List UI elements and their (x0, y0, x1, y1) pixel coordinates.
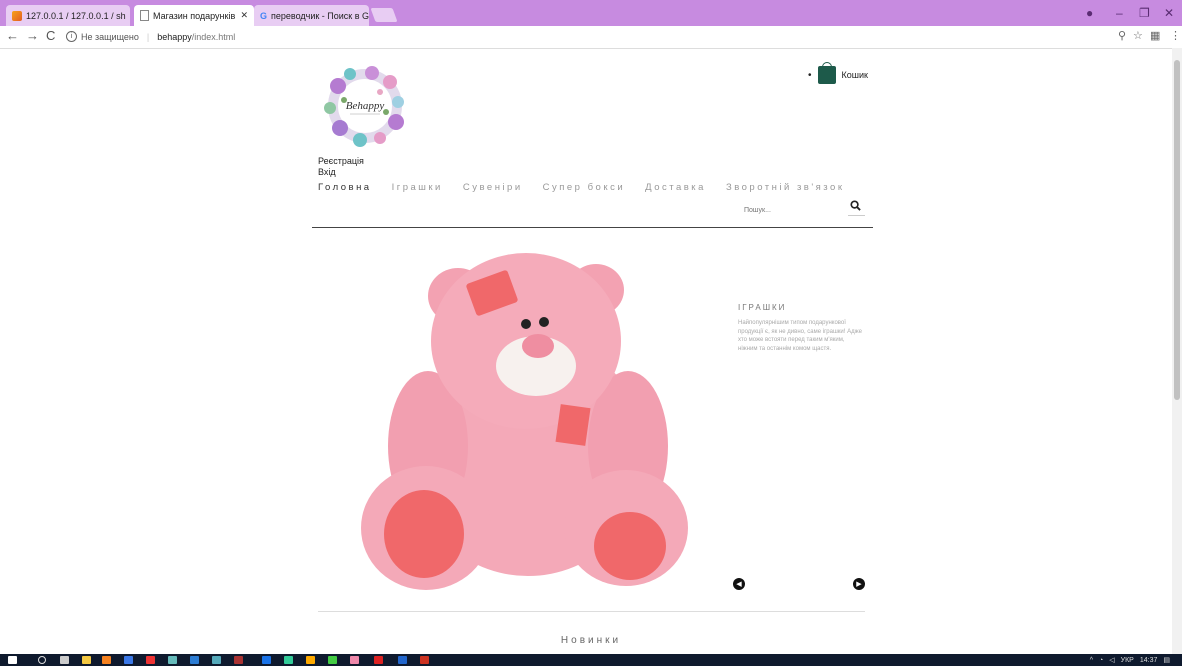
windows-start-icon[interactable] (8, 656, 17, 664)
clock[interactable]: 14:37 (1140, 657, 1158, 664)
file-explorer-icon[interactable] (82, 656, 91, 664)
slider-next-button[interactable]: ▶ (853, 578, 865, 590)
behappy-logo[interactable]: Behappy (320, 64, 410, 148)
slide-text: Найпопулярнішим типом подарункової проду… (738, 320, 862, 352)
profile-icon[interactable]: ● (1086, 6, 1093, 20)
scrollbar-thumb[interactable] (1174, 60, 1180, 400)
tab-google-search[interactable]: G переводчик - Поиск в G ✕ (254, 5, 369, 26)
app-icon[interactable] (306, 656, 315, 664)
task-view-icon[interactable] (60, 656, 69, 664)
security-label: Не защищено (81, 31, 139, 42)
shopping-bag-icon (817, 62, 836, 84)
menu-item-souvenirs[interactable]: Сувеніри (463, 182, 523, 193)
slider-prev-button[interactable]: ◀ (733, 578, 745, 590)
chrome-icon[interactable] (350, 656, 359, 664)
bookmark-star-icon[interactable]: ☆ (1133, 29, 1143, 42)
app-icon[interactable] (262, 656, 271, 664)
illustrator-icon[interactable] (234, 656, 243, 664)
info-icon[interactable]: i (66, 31, 77, 42)
app-icon[interactable] (284, 656, 293, 664)
section-divider (318, 611, 865, 612)
separator: | (146, 31, 150, 42)
app-icon[interactable] (328, 656, 337, 664)
network-icon[interactable]: ◔ (1099, 657, 1103, 664)
app-icon[interactable] (168, 656, 177, 664)
menu-item-super-boxes[interactable]: Супер бокси (543, 182, 626, 193)
search-form (740, 199, 865, 218)
search-icon[interactable] (850, 200, 861, 211)
save-app-icon[interactable] (124, 656, 133, 664)
url-domain: behappy (157, 31, 192, 42)
windows-taskbar (0, 654, 1182, 666)
menu-item-delivery[interactable]: Доставка (645, 182, 706, 193)
close-icon[interactable]: ✕ (240, 10, 248, 21)
back-arrow-icon[interactable]: ← (6, 28, 19, 43)
system-tray: ^ ◔ ◁ УКР 14:37 ▤ (1090, 654, 1170, 666)
search-input[interactable] (740, 203, 848, 218)
slide-title: ІГРАШКИ (738, 303, 787, 312)
page-icon (140, 10, 149, 21)
opera-icon[interactable] (146, 656, 155, 664)
bullet: • (808, 69, 812, 81)
vscode-icon[interactable] (190, 656, 199, 664)
google-icon: G (260, 10, 268, 21)
firefox-icon[interactable] (102, 656, 111, 664)
section-title-news: Новинки (560, 635, 622, 646)
close-window-button[interactable]: ✕ (1164, 6, 1174, 20)
menu-item-feedback[interactable]: Зворотній зв'язок (726, 182, 845, 193)
url-field[interactable]: i Не защищено | behappy /index.html (66, 29, 235, 44)
cart-link[interactable]: • Кошик (808, 62, 868, 84)
restore-button[interactable]: ❐ (1139, 6, 1150, 20)
app-icon[interactable] (398, 656, 407, 664)
tab-gift-shop[interactable]: Магазин подарунків ✕ (134, 5, 254, 26)
minimize-button[interactable]: – (1116, 6, 1123, 20)
search-icon[interactable] (38, 656, 46, 664)
app-icon[interactable] (212, 656, 221, 664)
register-link[interactable]: Реєстрація (318, 156, 364, 166)
volume-icon[interactable]: ◁ (1109, 656, 1114, 664)
reload-icon[interactable]: C (46, 28, 55, 43)
menu-item-toys[interactable]: Іграшки (392, 182, 443, 193)
tab-phpmyadmin[interactable]: 127.0.0.1 / 127.0.0.1 / sh ✕ (6, 5, 130, 26)
tab-label: переводчик - Поиск в G (271, 10, 369, 21)
forward-arrow-icon[interactable]: → (26, 28, 39, 43)
extension-icon[interactable]: ▦ (1150, 29, 1160, 42)
login-link[interactable]: Вхід (318, 167, 336, 177)
header-divider (312, 227, 873, 228)
app-icon[interactable] (374, 656, 383, 664)
zoom-icon[interactable]: ⚲ (1118, 29, 1126, 42)
app-icon[interactable] (420, 656, 429, 664)
chevron-up-icon[interactable]: ^ (1090, 657, 1093, 664)
cart-label: Кошик (841, 70, 868, 80)
menu-dots-icon[interactable]: ⋮ (1170, 29, 1181, 42)
url-path: /index.html (191, 31, 236, 42)
notifications-icon[interactable]: ▤ (1163, 656, 1170, 664)
phpmyadmin-icon (12, 10, 22, 21)
new-tab-button[interactable] (370, 8, 398, 22)
main-menu: Головна Іграшки Сувеніри Супер бокси Дос… (318, 182, 845, 193)
teddy-bear-image (361, 253, 688, 590)
tab-label: 127.0.0.1 / 127.0.0.1 / sh (26, 10, 126, 21)
menu-item-home[interactable]: Головна (318, 182, 372, 193)
tab-label: Магазин подарунків (153, 10, 236, 21)
language-indicator[interactable]: УКР (1121, 657, 1134, 664)
logo-text: Behappy (346, 100, 385, 112)
